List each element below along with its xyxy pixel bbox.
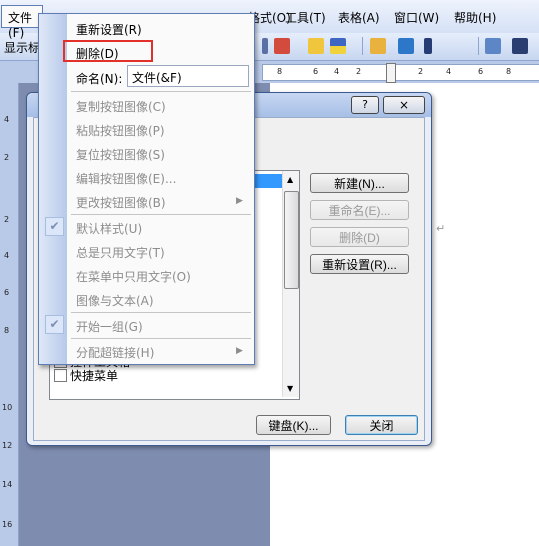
checkmark-icon: ✔ bbox=[45, 315, 64, 334]
list-scrollbar[interactable]: ▲ ▼ bbox=[282, 171, 299, 397]
toolbar-options-icon[interactable] bbox=[424, 38, 432, 54]
menu-item-begin-group[interactable]: 开始一组(G) bbox=[76, 318, 143, 335]
ruler-tick: 2 bbox=[356, 67, 362, 76]
menu-item-assign-hyperlink[interactable]: 分配超链接(H) bbox=[76, 344, 154, 361]
menu-help[interactable]: 帮助(H) bbox=[454, 9, 496, 26]
reset-toolbar-button[interactable]: 重新设置(R)... bbox=[310, 254, 409, 274]
ruler-tick: 4 bbox=[4, 115, 10, 124]
submenu-arrow-icon: ▶ bbox=[236, 196, 243, 206]
ruler-tick: 2 bbox=[4, 153, 10, 162]
delete-toolbar-button[interactable]: 删除(D) bbox=[310, 227, 409, 247]
close-icon[interactable]: × bbox=[383, 96, 425, 114]
ruler-tick: 2 bbox=[4, 215, 10, 224]
format-painter-icon[interactable] bbox=[370, 38, 386, 54]
scroll-thumb[interactable] bbox=[284, 191, 299, 289]
menu-item-default-style[interactable]: 默认样式(U) bbox=[76, 220, 142, 237]
name-field[interactable]: 文件(&F) bbox=[127, 65, 249, 87]
insert-picture-icon[interactable] bbox=[485, 38, 501, 54]
paragraph-mark-icon: ↵ bbox=[436, 222, 446, 235]
ruler-tick: 8 bbox=[506, 67, 512, 76]
ruler-tick: 8 bbox=[277, 67, 283, 76]
name-field-label: 命名(N): bbox=[76, 72, 123, 86]
toolbar-style-label[interactable]: 显示标 bbox=[4, 39, 40, 56]
scroll-down-icon[interactable]: ▼ bbox=[287, 384, 293, 393]
paint-bucket-icon[interactable] bbox=[274, 38, 290, 54]
ruler-tick: 12 bbox=[2, 441, 13, 450]
menu-item-paste-image[interactable]: 粘贴按钮图像(P) bbox=[76, 122, 165, 139]
menu-item-edit-image[interactable]: 编辑按钮图像(E)... bbox=[76, 170, 176, 187]
highlight-box bbox=[63, 40, 153, 62]
folder-icon[interactable] bbox=[308, 38, 324, 54]
submenu-arrow-icon: ▶ bbox=[236, 346, 243, 356]
name-field-value: 文件(&F) bbox=[132, 71, 182, 85]
rename-button[interactable]: 重命名(E)... bbox=[310, 200, 409, 220]
menu-item-text-only-always[interactable]: 总是只用文字(T) bbox=[76, 244, 165, 261]
toolbar-separator bbox=[362, 37, 363, 55]
menu-item-reset-image[interactable]: 复位按钮图像(S) bbox=[76, 146, 165, 163]
ruler-text-area bbox=[262, 64, 539, 81]
vertical-ruler: 4 2 2 4 6 8 10 12 14 16 bbox=[0, 83, 19, 546]
menu-item-change-image[interactable]: 更改按钮图像(B) bbox=[76, 194, 166, 211]
menu-item-reset[interactable]: 重新设置(R) bbox=[76, 21, 142, 38]
close-button[interactable]: 关闭 bbox=[345, 415, 418, 435]
ruler-tick: 14 bbox=[2, 480, 13, 489]
picture-icon[interactable] bbox=[398, 38, 414, 54]
ruler-tick: 4 bbox=[446, 67, 452, 76]
ruler-tick: 6 bbox=[478, 67, 484, 76]
list-item-label: 快捷菜单 bbox=[70, 369, 119, 383]
ruler-tick: 2 bbox=[418, 67, 424, 76]
menu-file[interactable]: 文件(F) bbox=[1, 5, 43, 40]
menu-file-label: 文件(F) bbox=[8, 11, 33, 40]
keyboard-button[interactable]: 键盘(K)... bbox=[256, 415, 331, 435]
menu-separator bbox=[71, 338, 251, 339]
ruler-tick: 6 bbox=[313, 67, 319, 76]
highlight-icon[interactable] bbox=[330, 38, 346, 54]
menu-icon-gutter bbox=[39, 14, 67, 364]
ruler-tick: 16 bbox=[2, 520, 13, 529]
ruler-tick: 4 bbox=[4, 251, 10, 260]
indent-marker-icon[interactable] bbox=[386, 63, 396, 83]
scroll-up-icon[interactable]: ▲ bbox=[287, 175, 293, 184]
ruler-tick: 8 bbox=[4, 326, 10, 335]
menu-separator bbox=[71, 91, 251, 92]
menu-item-image-and-text[interactable]: 图像与文本(A) bbox=[76, 292, 154, 309]
menu-item-text-only-menu[interactable]: 在菜单中只用文字(O) bbox=[76, 268, 191, 285]
menu-tools[interactable]: 工具(T) bbox=[285, 9, 326, 26]
help-icon[interactable]: ? bbox=[351, 96, 379, 114]
menu-separator bbox=[71, 312, 251, 313]
ruler-tick: 4 bbox=[334, 67, 340, 76]
baidu-watermark-url: jingyan.baidu.com bbox=[426, 515, 519, 526]
toolbar-separator bbox=[478, 37, 479, 55]
menu-item-copy-image[interactable]: 复制按钮图像(C) bbox=[76, 98, 166, 115]
list-item[interactable]: 快捷菜单 bbox=[54, 369, 118, 383]
checkmark-icon: ✔ bbox=[45, 217, 64, 236]
menu-separator bbox=[71, 214, 251, 215]
columns-icon[interactable] bbox=[512, 38, 528, 54]
menu-table[interactable]: 表格(A) bbox=[338, 9, 380, 26]
ruler-tick: 6 bbox=[4, 288, 10, 297]
menu-window[interactable]: 窗口(W) bbox=[394, 9, 439, 26]
baidu-watermark: Baidu 经验 bbox=[396, 497, 491, 517]
checkbox[interactable] bbox=[54, 369, 67, 382]
ruler-tick: 10 bbox=[2, 403, 13, 412]
dropdown-arrow-icon[interactable] bbox=[262, 38, 268, 54]
new-button[interactable]: 新建(N)... bbox=[310, 173, 409, 193]
